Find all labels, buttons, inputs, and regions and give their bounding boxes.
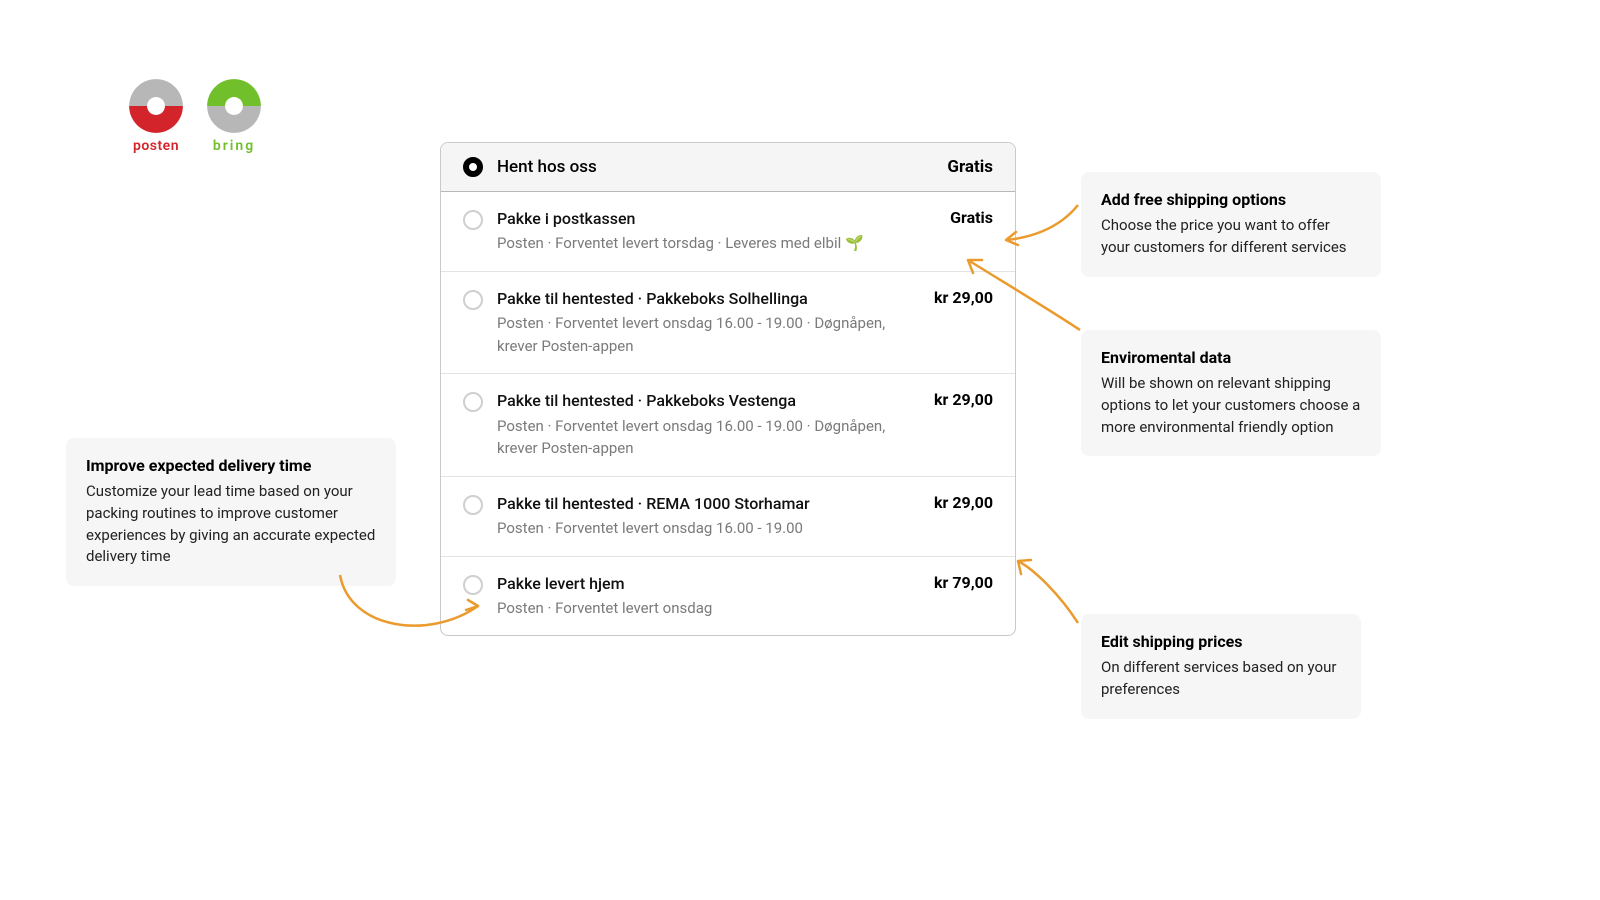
bring-logo: bring [206,78,262,154]
option-title: Pakke i postkassen [497,208,864,230]
callout-edit-prices: Edit shipping prices On different servic… [1081,614,1361,719]
shipping-option[interactable]: Pakke levert hjemPosten · Forventet leve… [441,557,1015,636]
option-title: Pakke til hentested · Pakkeboks Solhelli… [497,288,897,310]
callout-body: On different services based on your pref… [1101,657,1341,701]
option-subtitle: Posten · Forventet levert onsdag 16.00 -… [497,415,897,460]
shipping-option-selected[interactable]: Hent hos oss Gratis [441,143,1015,192]
radio-selected-icon [463,157,483,177]
posten-logo: posten [128,78,184,154]
arrow-icon [1010,555,1090,635]
callout-title: Improve expected delivery time [86,456,376,475]
shipping-option[interactable]: Pakke i postkassenPosten · Forventet lev… [441,192,1015,272]
callout-title: Add free shipping options [1101,190,1361,209]
option-subtitle: Posten · Forventet levert onsdag 16.00 -… [497,517,810,540]
radio-icon [463,290,483,310]
bring-label: bring [213,138,255,154]
option-subtitle: Posten · Forventet levert onsdag 16.00 -… [497,312,897,357]
option-price: Gratis [950,208,993,227]
option-price: kr 29,00 [934,493,993,512]
callout-body: Choose the price you want to offer your … [1101,215,1361,259]
radio-icon [463,392,483,412]
posten-icon [128,78,184,134]
callout-title: Enviromental data [1101,348,1361,367]
radio-icon [463,210,483,230]
callout-environmental: Enviromental data Will be shown on relev… [1081,330,1381,456]
option-title: Pakke til hentested · Pakkeboks Vestenga [497,390,897,412]
shipping-option[interactable]: Pakke til hentested · Pakkeboks Solhelli… [441,272,1015,374]
callout-free-shipping: Add free shipping options Choose the pri… [1081,172,1381,277]
option-price: kr 29,00 [934,390,993,409]
selected-option-title: Hent hos oss [497,157,597,177]
option-price: kr 79,00 [934,573,993,592]
radio-icon [463,495,483,515]
bring-icon [206,78,262,134]
radio-icon [463,575,483,595]
option-price: kr 29,00 [934,288,993,307]
shipping-option[interactable]: Pakke til hentested · Pakkeboks Vestenga… [441,374,1015,476]
brand-logos: posten bring [128,78,262,154]
selected-option-price: Gratis [947,157,993,177]
shipping-options-card: Hent hos oss Gratis Pakke i postkassenPo… [440,142,1016,636]
callout-title: Edit shipping prices [1101,632,1341,651]
option-title: Pakke levert hjem [497,573,712,595]
option-title: Pakke til hentested · REMA 1000 Storhama… [497,493,810,515]
callout-body: Customize your lead time based on your p… [86,481,376,568]
callout-body: Will be shown on relevant shipping optio… [1101,373,1361,438]
option-subtitle: Posten · Forventet levert torsdag · Leve… [497,232,864,255]
posten-label: posten [133,138,179,154]
callout-delivery-time: Improve expected delivery time Customize… [66,438,396,586]
option-subtitle: Posten · Forventet levert onsdag [497,597,712,620]
shipping-option[interactable]: Pakke til hentested · REMA 1000 Storhama… [441,477,1015,557]
leaf-icon: 🌱 [845,234,864,252]
